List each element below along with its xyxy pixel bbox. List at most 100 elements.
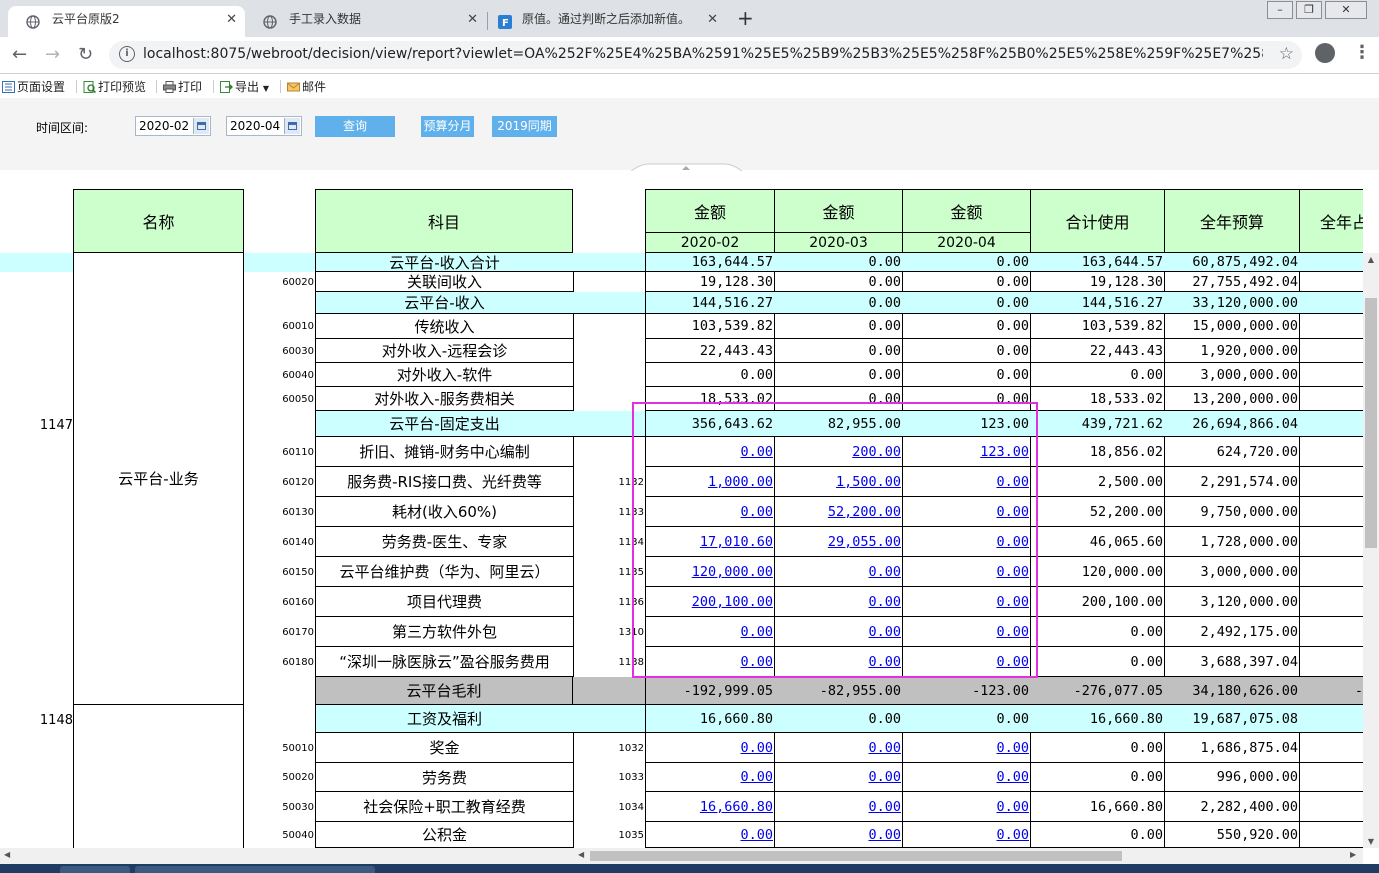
- amount-link[interactable]: 0.00: [868, 827, 901, 843]
- amount-link[interactable]: 0.00: [996, 827, 1029, 843]
- amount-m3-cell[interactable]: 123.00: [902, 437, 1031, 467]
- minimize-icon[interactable]: –: [1267, 1, 1293, 19]
- browser-tab-active[interactable]: 云平台原版2 ✕: [8, 6, 245, 37]
- amount-m1-cell[interactable]: 17,010.60: [645, 527, 775, 557]
- start-date-field[interactable]: 2020-02: [135, 116, 211, 136]
- amount-link[interactable]: 17,010.60: [700, 534, 773, 550]
- scroll-down-icon[interactable]: ▼: [1363, 837, 1379, 846]
- close-tab-icon[interactable]: ✕: [707, 6, 718, 33]
- amount-m3-cell[interactable]: 0.00: [902, 587, 1031, 617]
- amount-link[interactable]: 0.00: [868, 740, 901, 756]
- amount-link[interactable]: 0.00: [740, 827, 773, 843]
- page-setup-button[interactable]: 页面设置: [2, 78, 65, 95]
- print-button[interactable]: 打印: [163, 78, 202, 95]
- amount-link[interactable]: 0.00: [740, 740, 773, 756]
- scroll-left-icon[interactable]: ◀: [578, 850, 584, 859]
- amount-link[interactable]: 1,000.00: [708, 474, 773, 490]
- amount-m1-cell[interactable]: 0.00: [645, 733, 775, 763]
- browser-tab[interactable]: F 原值。通过判断之后添加新值。 ✕: [488, 6, 726, 37]
- amount-link[interactable]: 29,055.00: [828, 534, 901, 550]
- query-button[interactable]: 查询: [315, 116, 395, 137]
- amount-link[interactable]: 0.00: [740, 654, 773, 670]
- url-text[interactable]: localhost:8075/webroot/decision/view/rep…: [143, 46, 1263, 62]
- amount-m1-cell[interactable]: 0.00: [645, 822, 775, 848]
- amount-m3-cell[interactable]: 0.00: [902, 733, 1031, 763]
- close-tab-icon[interactable]: ✕: [226, 6, 237, 33]
- amount-m2-cell[interactable]: 29,055.00: [774, 527, 903, 557]
- amount-link[interactable]: 0.00: [996, 564, 1029, 580]
- amount-m1-cell[interactable]: 0.00: [645, 647, 775, 677]
- amount-link[interactable]: 0.00: [868, 654, 901, 670]
- amount-link[interactable]: 0.00: [740, 444, 773, 460]
- same-period-2019-button[interactable]: 2019同期: [492, 116, 557, 137]
- amount-m1-cell[interactable]: 0.00: [645, 497, 775, 527]
- amount-link[interactable]: 0.00: [868, 799, 901, 815]
- amount-link[interactable]: 0.00: [740, 769, 773, 785]
- amount-link[interactable]: 0.00: [996, 769, 1029, 785]
- start-date-value[interactable]: 2020-02: [139, 119, 189, 133]
- account-avatar-icon[interactable]: [1315, 43, 1335, 63]
- horizontal-scroll-thumb[interactable]: [590, 851, 1122, 861]
- back-icon[interactable]: ←: [12, 44, 27, 65]
- amount-link[interactable]: 0.00: [868, 769, 901, 785]
- budget-monthly-button[interactable]: 预算分月: [421, 116, 474, 137]
- new-tab-icon[interactable]: +: [737, 6, 754, 30]
- amount-m1-cell[interactable]: 200,100.00: [645, 587, 775, 617]
- restore-icon[interactable]: ❐: [1296, 1, 1322, 19]
- amount-m1-cell[interactable]: 120,000.00: [645, 557, 775, 587]
- amount-link[interactable]: 0.00: [996, 654, 1029, 670]
- amount-link[interactable]: 16,660.80: [700, 799, 773, 815]
- amount-link[interactable]: 0.00: [996, 474, 1029, 490]
- amount-m2-cell[interactable]: 0.00: [774, 647, 903, 677]
- scroll-right-icon[interactable]: ▶: [1350, 850, 1356, 859]
- print-preview-button[interactable]: 打印预览: [83, 78, 146, 95]
- amount-m1-cell[interactable]: 0.00: [645, 617, 775, 647]
- url-field[interactable]: i localhost:8075/webroot/decision/view/r…: [109, 41, 1302, 69]
- taskbar-item[interactable]: [305, 866, 375, 873]
- amount-link[interactable]: 1,500.00: [836, 474, 901, 490]
- amount-m1-cell[interactable]: 16,660.80: [645, 792, 775, 822]
- browser-menu-icon[interactable]: ⋮: [1353, 42, 1371, 63]
- email-button[interactable]: 邮件: [287, 78, 326, 95]
- amount-m3-cell[interactable]: 0.00: [902, 792, 1031, 822]
- info-icon[interactable]: i: [119, 46, 135, 62]
- amount-link[interactable]: 0.00: [996, 624, 1029, 640]
- end-date-field[interactable]: 2020-04: [226, 116, 302, 136]
- end-date-value[interactable]: 2020-04: [230, 119, 280, 133]
- amount-m2-cell[interactable]: 0.00: [774, 763, 903, 792]
- browser-tab[interactable]: 手工录入数据 ✕: [245, 6, 486, 37]
- amount-m3-cell[interactable]: 0.00: [902, 647, 1031, 677]
- vertical-scrollbar[interactable]: ▲ ▼: [1363, 253, 1379, 848]
- amount-link[interactable]: 0.00: [996, 594, 1029, 610]
- amount-m2-cell[interactable]: 52,200.00: [774, 497, 903, 527]
- amount-m2-cell[interactable]: 0.00: [774, 792, 903, 822]
- bookmark-star-icon[interactable]: ☆: [1279, 44, 1294, 64]
- amount-m1-cell[interactable]: 0.00: [645, 437, 775, 467]
- amount-m2-cell[interactable]: 1,500.00: [774, 467, 903, 497]
- amount-m2-cell[interactable]: 0.00: [774, 557, 903, 587]
- calendar-icon[interactable]: [284, 118, 300, 134]
- reload-icon[interactable]: ↻: [78, 44, 93, 65]
- vertical-scroll-thumb[interactable]: [1365, 298, 1377, 548]
- amount-m2-cell[interactable]: 0.00: [774, 587, 903, 617]
- amount-m3-cell[interactable]: 0.00: [902, 763, 1031, 792]
- taskbar-item[interactable]: [60, 866, 130, 873]
- amount-m3-cell[interactable]: 0.00: [902, 617, 1031, 647]
- amount-m3-cell[interactable]: 0.00: [902, 822, 1031, 848]
- amount-m1-cell[interactable]: 1,000.00: [645, 467, 775, 497]
- amount-m2-cell[interactable]: 200.00: [774, 437, 903, 467]
- amount-link[interactable]: 52,200.00: [828, 504, 901, 520]
- amount-link[interactable]: 200.00: [852, 444, 901, 460]
- amount-link[interactable]: 200,100.00: [692, 594, 773, 610]
- forward-icon[interactable]: →: [45, 44, 60, 65]
- amount-link[interactable]: 0.00: [868, 624, 901, 640]
- amount-link[interactable]: 0.00: [996, 534, 1029, 550]
- amount-m2-cell[interactable]: 0.00: [774, 822, 903, 848]
- amount-link[interactable]: 0.00: [868, 564, 901, 580]
- amount-link[interactable]: 0.00: [996, 504, 1029, 520]
- amount-m1-cell[interactable]: 0.00: [645, 763, 775, 792]
- window-close-icon[interactable]: ✕: [1325, 1, 1367, 19]
- scroll-left-icon[interactable]: ◀: [4, 850, 10, 859]
- amount-m2-cell[interactable]: 0.00: [774, 733, 903, 763]
- amount-link[interactable]: 123.00: [980, 444, 1029, 460]
